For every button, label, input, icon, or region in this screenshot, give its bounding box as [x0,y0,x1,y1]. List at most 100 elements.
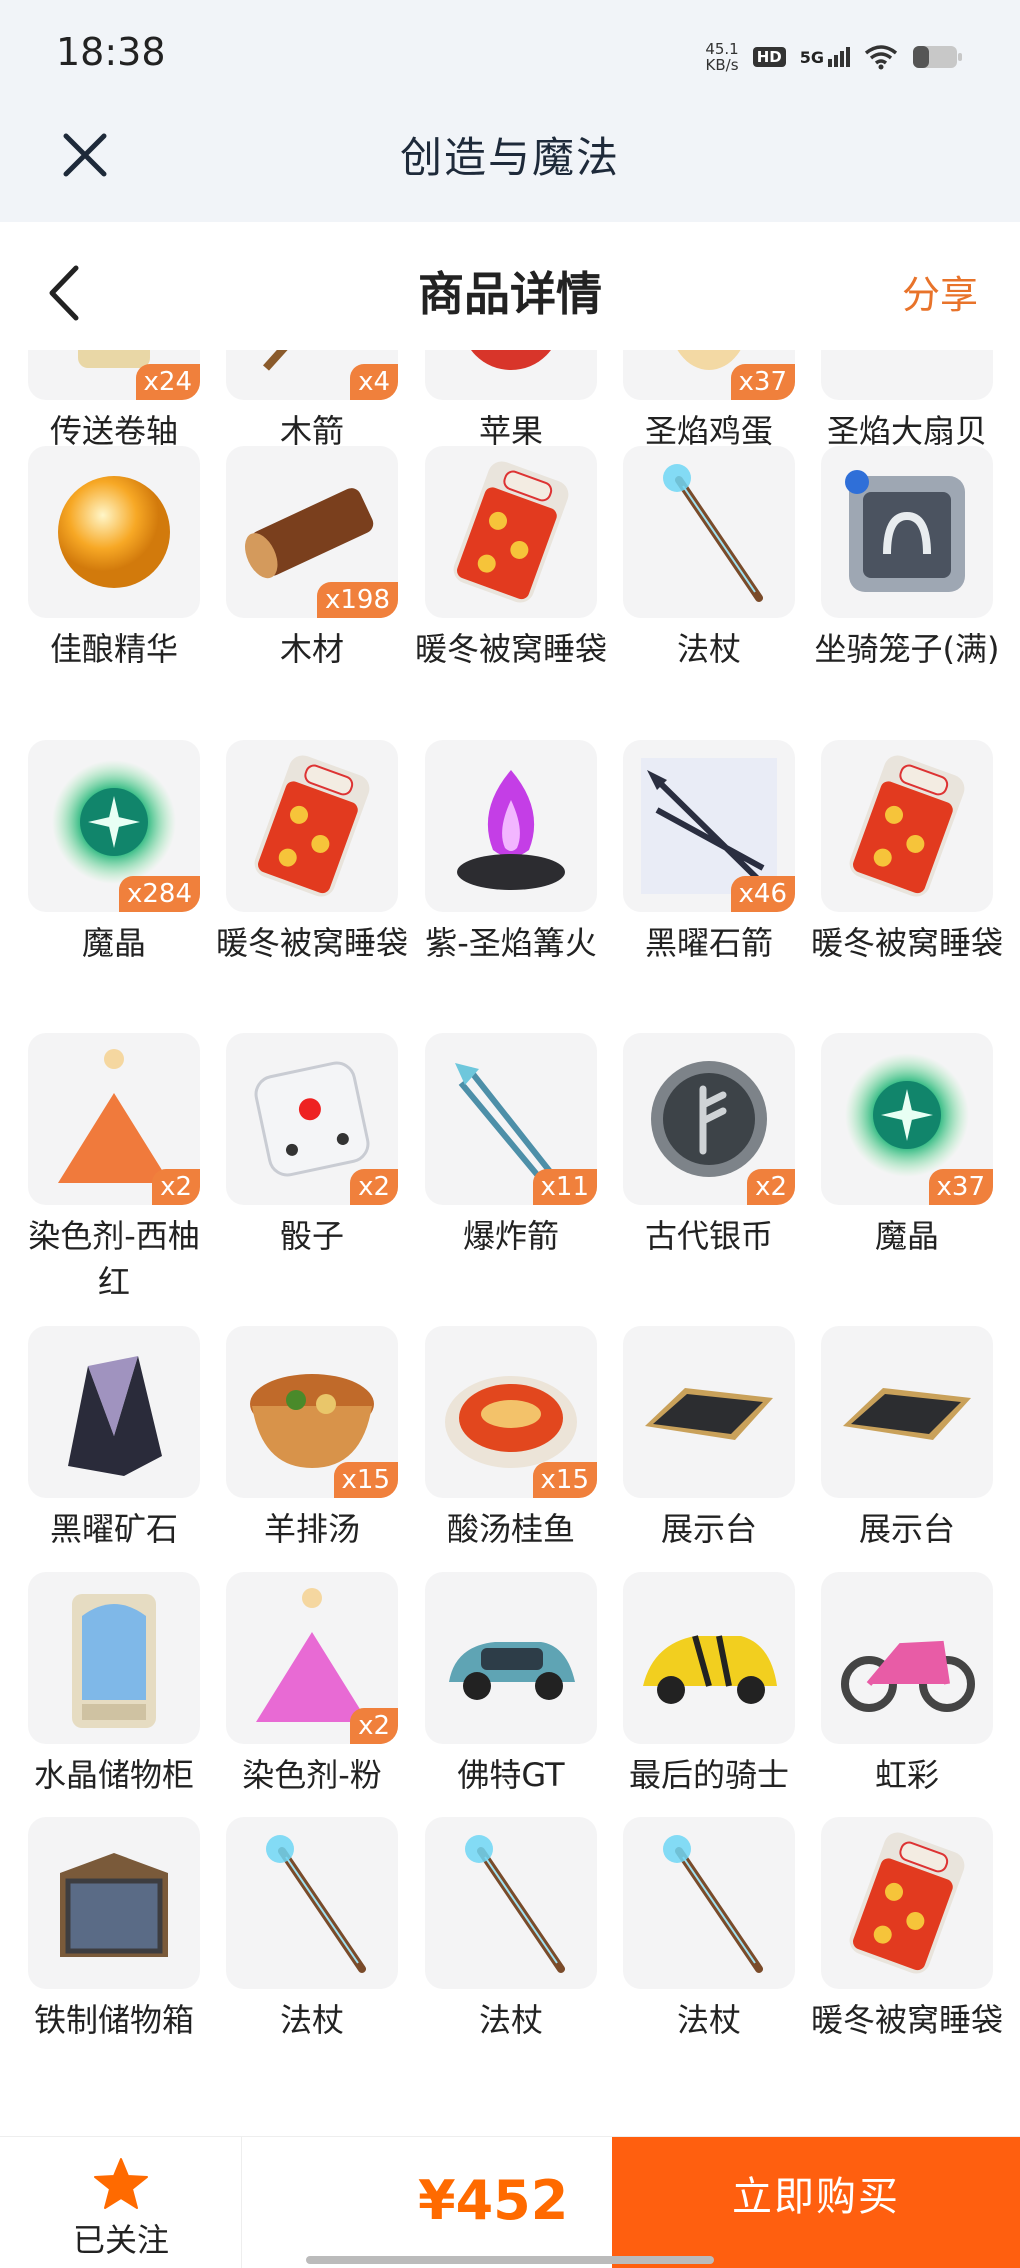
item-thumbnail [623,1817,795,1989]
quantity-badge: x2 [747,1169,795,1205]
quantity-badge: x11 [532,1169,597,1205]
status-time: 18:38 [56,30,166,74]
item-thumbnail: x15 [226,1326,398,1498]
follow-button[interactable]: 已关注 [0,2137,242,2268]
staff-icon [266,1835,366,1973]
quantity-badge: x4 [350,364,398,400]
item-thumbnail: x284 [28,740,200,912]
item-name: 木材 [279,630,344,668]
item-thumbnail: x24 [28,350,200,400]
sleeping-bag-icon [849,1832,965,1974]
crystal-cabinet-icon [72,1594,156,1728]
item-name: 法杖 [676,2001,741,2039]
car-blue-icon [449,1642,575,1700]
home-indicator[interactable] [306,2256,714,2264]
quantity-badge: x284 [118,876,200,912]
item-name: 虹彩 [874,1756,939,1794]
quantity-badge: x37 [928,1169,993,1205]
hd-icon: HD [752,47,786,67]
item-name: 展示台 [858,1510,955,1548]
quantity-badge: x24 [135,364,200,400]
status-icons: 45.1 KB/s HD 5G [705,32,964,82]
wifi-icon [864,45,898,70]
follow-label: 已关注 [72,2221,169,2259]
quantity-badge: x198 [316,582,398,618]
price: ¥452 [418,2169,569,2232]
quantity-badge: x15 [532,1462,597,1498]
item-name: 法杖 [279,2001,344,2039]
item-name: 展示台 [660,1510,757,1548]
item-thumbnail [821,446,993,618]
item-thumbnail [28,1817,200,1989]
item-thumbnail [821,1817,993,1989]
item-thumbnail [623,446,795,618]
campfire-icon [457,770,565,890]
quantity-badge: x46 [730,876,795,912]
item-thumbnail: x2 [226,1572,398,1744]
item-thumbnail [28,1572,200,1744]
cage-icon [845,470,965,592]
item-name: 黑曜石箭 [644,924,773,962]
item-name: 魔晶 [81,924,146,962]
buy-now-button[interactable]: 立即购买 [612,2137,1020,2268]
item-name: 佛特GT [457,1756,565,1794]
item-name: 坐骑笼子(满) [814,630,1000,668]
battery-icon [913,46,962,68]
item-thumbnail [425,1572,597,1744]
staff-icon [465,1835,565,1973]
item-thumbnail [821,350,993,400]
item-name: 染色剂-西柚红 [28,1217,200,1301]
apple-icon [471,350,551,370]
item-thumbnail [28,1326,200,1498]
item-thumbnail [821,1326,993,1498]
network-speed: 45.1 KB/s [705,40,739,74]
item-thumbnail: x37 [821,1033,993,1205]
quantity-badge: x2 [350,1169,398,1205]
staff-icon [663,1835,763,1973]
display-stand-icon [645,1388,773,1440]
iron-chest-icon [60,1853,168,1957]
item-thumbnail: x4 [226,350,398,400]
item-name: 紫-圣焰篝火 [425,924,597,962]
sleeping-bag-icon [254,755,370,897]
item-name: 古代银币 [644,1217,773,1255]
quantity-badge: x2 [350,1708,398,1744]
item-thumbnail [226,1817,398,1989]
quantity-badge: x2 [152,1169,200,1205]
status-bar: 18:38 45.1 KB/s HD 5G [0,0,1020,112]
item-name: 水晶储物柜 [33,1756,194,1794]
item-thumbnail: x46 [623,740,795,912]
item-name: 佳酿精华 [49,630,178,668]
share-button[interactable]: 分享 [902,264,978,319]
item-name: 暖冬被窝睡袋 [810,2001,1003,2039]
item-name: 法杖 [676,630,741,668]
item-name: 黑曜矿石 [49,1510,178,1548]
item-name: 铁制储物箱 [33,2001,194,2039]
staff-icon [663,464,763,602]
orb-icon [58,476,170,588]
item-name: 暖冬被窝睡袋 [810,924,1003,962]
item-thumbnail [425,350,597,400]
item-name: 最后的骑士 [628,1756,789,1794]
nav-bar: 商品详情 分享 [0,222,1020,352]
sleeping-bag-icon [453,461,569,603]
item-thumbnail [226,740,398,912]
car-yellow-icon [643,1635,777,1704]
sleeping-bag-icon [849,755,965,897]
item-name: 暖冬被窝睡袋 [215,924,408,962]
item-thumbnail: x2 [28,1033,200,1205]
quantity-badge: x37 [730,364,795,400]
scallop-icon [821,350,993,400]
item-thumbnail [821,1572,993,1744]
item-thumbnail [623,1326,795,1498]
item-name: 暖冬被窝睡袋 [414,630,607,668]
item-name: 羊排汤 [263,1510,360,1548]
item-thumbnail [425,446,597,618]
item-thumbnail [821,740,993,912]
item-thumbnail [623,1572,795,1744]
star-icon [94,2158,148,2209]
item-thumbnail: x2 [226,1033,398,1205]
item-thumbnail: x15 [425,1326,597,1498]
item-name: 魔晶 [874,1217,939,1255]
item-thumbnail: x37 [623,350,795,400]
